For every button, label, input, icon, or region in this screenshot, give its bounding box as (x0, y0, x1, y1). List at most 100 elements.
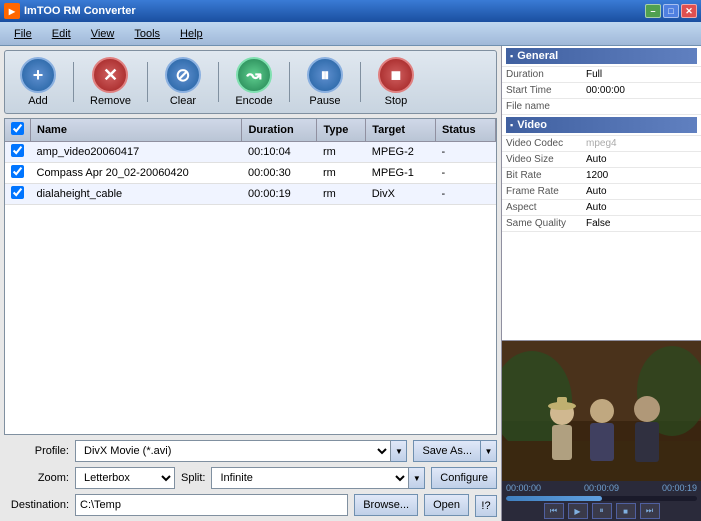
video-collapse-icon[interactable]: ▪ (510, 120, 513, 130)
prop-label: Video Codec (502, 136, 582, 152)
save-wrap: Save As... ▼ (413, 440, 497, 462)
save-as-dropdown-arrow[interactable]: ▼ (481, 440, 497, 462)
split-select-wrap: Infinite ▼ (211, 467, 425, 489)
open-button[interactable]: Open (424, 494, 469, 516)
close-button[interactable]: ✕ (681, 4, 697, 18)
profile-select-wrap: DivX Movie (*.avi) ▼ (75, 440, 407, 462)
select-all-checkbox[interactable] (11, 122, 24, 135)
props-row: AspectAuto (502, 200, 701, 216)
video-preview: 00:00:00 00:00:09 00:00:19 ⏮ ▶ ⏸ ■ ⏭ (502, 341, 701, 521)
col-header-target: Target (366, 119, 436, 142)
time-bar: 00:00:00 00:00:09 00:00:19 (506, 483, 697, 493)
row-status: - (435, 184, 495, 205)
video-progress-bar[interactable] (506, 496, 697, 501)
minimize-button[interactable]: – (645, 4, 661, 18)
time-end: 00:00:19 (662, 483, 697, 493)
row-status: - (435, 163, 495, 184)
row-target: MPEG-2 (366, 142, 436, 163)
props-row: Video Codecmpeg4 (502, 136, 701, 152)
menu-file[interactable]: File (4, 26, 42, 42)
row-type: rm (317, 142, 366, 163)
prop-label: Aspect (502, 200, 582, 216)
props-row: Start Time00:00:00 (502, 83, 701, 99)
main-content: + Add ✕ Remove ⊘ Clear ↝ Encode ⏸ Pause (0, 46, 701, 521)
stop-button[interactable]: ■ Stop (371, 55, 421, 109)
menu-view[interactable]: View (81, 26, 125, 42)
props-row: Video SizeAuto (502, 152, 701, 168)
toolbar: + Add ✕ Remove ⊘ Clear ↝ Encode ⏸ Pause (4, 50, 497, 114)
props-row: Frame RateAuto (502, 184, 701, 200)
col-header-type: Type (317, 119, 366, 142)
save-as-button[interactable]: Save As... (413, 440, 481, 462)
app-title: ImTOO RM Converter (24, 5, 136, 17)
video-scene (502, 341, 701, 481)
video-stop-button[interactable]: ■ (616, 503, 636, 519)
zoom-label: Zoom: (4, 472, 69, 484)
properties-scroll[interactable]: ▪GeneralDurationFullStart Time00:00:00Fi… (502, 46, 701, 246)
destination-row: Destination: Browse... Open !? (4, 493, 497, 517)
play-button[interactable]: ▶ (568, 503, 588, 519)
prop-value: 1200 (582, 168, 701, 184)
prop-label: Start Time (502, 83, 582, 99)
skip-back-button[interactable]: ⏮ (544, 503, 564, 519)
prop-value (582, 99, 701, 115)
time-start: 00:00:00 (506, 483, 541, 493)
skip-forward-button[interactable]: ⏭ (640, 503, 660, 519)
sep2 (147, 62, 148, 102)
profile-dropdown-arrow[interactable]: ▼ (391, 440, 407, 462)
zoom-select[interactable]: Letterbox (75, 467, 175, 489)
configure-button[interactable]: Configure (431, 467, 497, 489)
row-check-cell (5, 142, 31, 163)
col-header-duration: Duration (242, 119, 317, 142)
row-checkbox[interactable] (11, 165, 24, 178)
clear-icon: ⊘ (165, 57, 201, 93)
window-controls[interactable]: – □ ✕ (645, 4, 697, 18)
add-label: Add (28, 95, 48, 107)
profile-label: Profile: (4, 445, 69, 457)
table-row: Compass Apr 20_02-20060420 00:00:30 rm M… (5, 163, 496, 184)
prop-value: Auto (582, 200, 701, 216)
row-checkbox[interactable] (11, 144, 24, 157)
props-table: ▪GeneralDurationFullStart Time00:00:00Fi… (502, 46, 701, 232)
prop-label: File name (502, 99, 582, 115)
encode-button[interactable]: ↝ Encode (229, 55, 279, 109)
file-table: Name Duration Type Target Status amp_vid… (5, 119, 496, 205)
row-duration: 00:10:04 (242, 142, 317, 163)
add-icon: + (20, 57, 56, 93)
title-bar-left: ▶ ImTOO RM Converter (4, 3, 136, 19)
clear-button[interactable]: ⊘ Clear (158, 55, 208, 109)
split-select[interactable]: Infinite (211, 467, 409, 489)
maximize-button[interactable]: □ (663, 4, 679, 18)
row-check-cell (5, 163, 31, 184)
right-panel: ▪GeneralDurationFullStart Time00:00:00Fi… (501, 46, 701, 521)
menu-tools[interactable]: Tools (124, 26, 170, 42)
row-type: rm (317, 163, 366, 184)
props-row: File name (502, 99, 701, 115)
pause-button[interactable]: ⏸ Pause (300, 55, 350, 109)
props-row: Same QualityFalse (502, 216, 701, 232)
prop-value: Auto (582, 152, 701, 168)
video-controls: 00:00:00 00:00:09 00:00:19 ⏮ ▶ ⏸ ■ ⏭ (502, 481, 701, 521)
menu-help[interactable]: Help (170, 26, 213, 42)
video-pause-button[interactable]: ⏸ (592, 503, 612, 519)
remove-button[interactable]: ✕ Remove (84, 55, 137, 109)
remove-label: Remove (90, 95, 131, 107)
split-dropdown-arrow[interactable]: ▼ (409, 467, 425, 489)
col-header-check (5, 119, 31, 142)
app-icon: ▶ (4, 3, 20, 19)
time-mid: 00:00:09 (584, 483, 619, 493)
sep1 (73, 62, 74, 102)
pause-label: Pause (309, 95, 340, 107)
col-header-name: Name (31, 119, 242, 142)
add-button[interactable]: + Add (13, 55, 63, 109)
help-button[interactable]: !? (475, 495, 497, 517)
profile-select[interactable]: DivX Movie (*.avi) (75, 440, 391, 462)
destination-input[interactable] (75, 494, 348, 516)
general-collapse-icon[interactable]: ▪ (510, 51, 513, 61)
stop-icon: ■ (378, 57, 414, 93)
row-target: MPEG-1 (366, 163, 436, 184)
remove-icon: ✕ (92, 57, 128, 93)
menu-edit[interactable]: Edit (42, 26, 81, 42)
browse-button[interactable]: Browse... (354, 494, 418, 516)
row-checkbox[interactable] (11, 186, 24, 199)
